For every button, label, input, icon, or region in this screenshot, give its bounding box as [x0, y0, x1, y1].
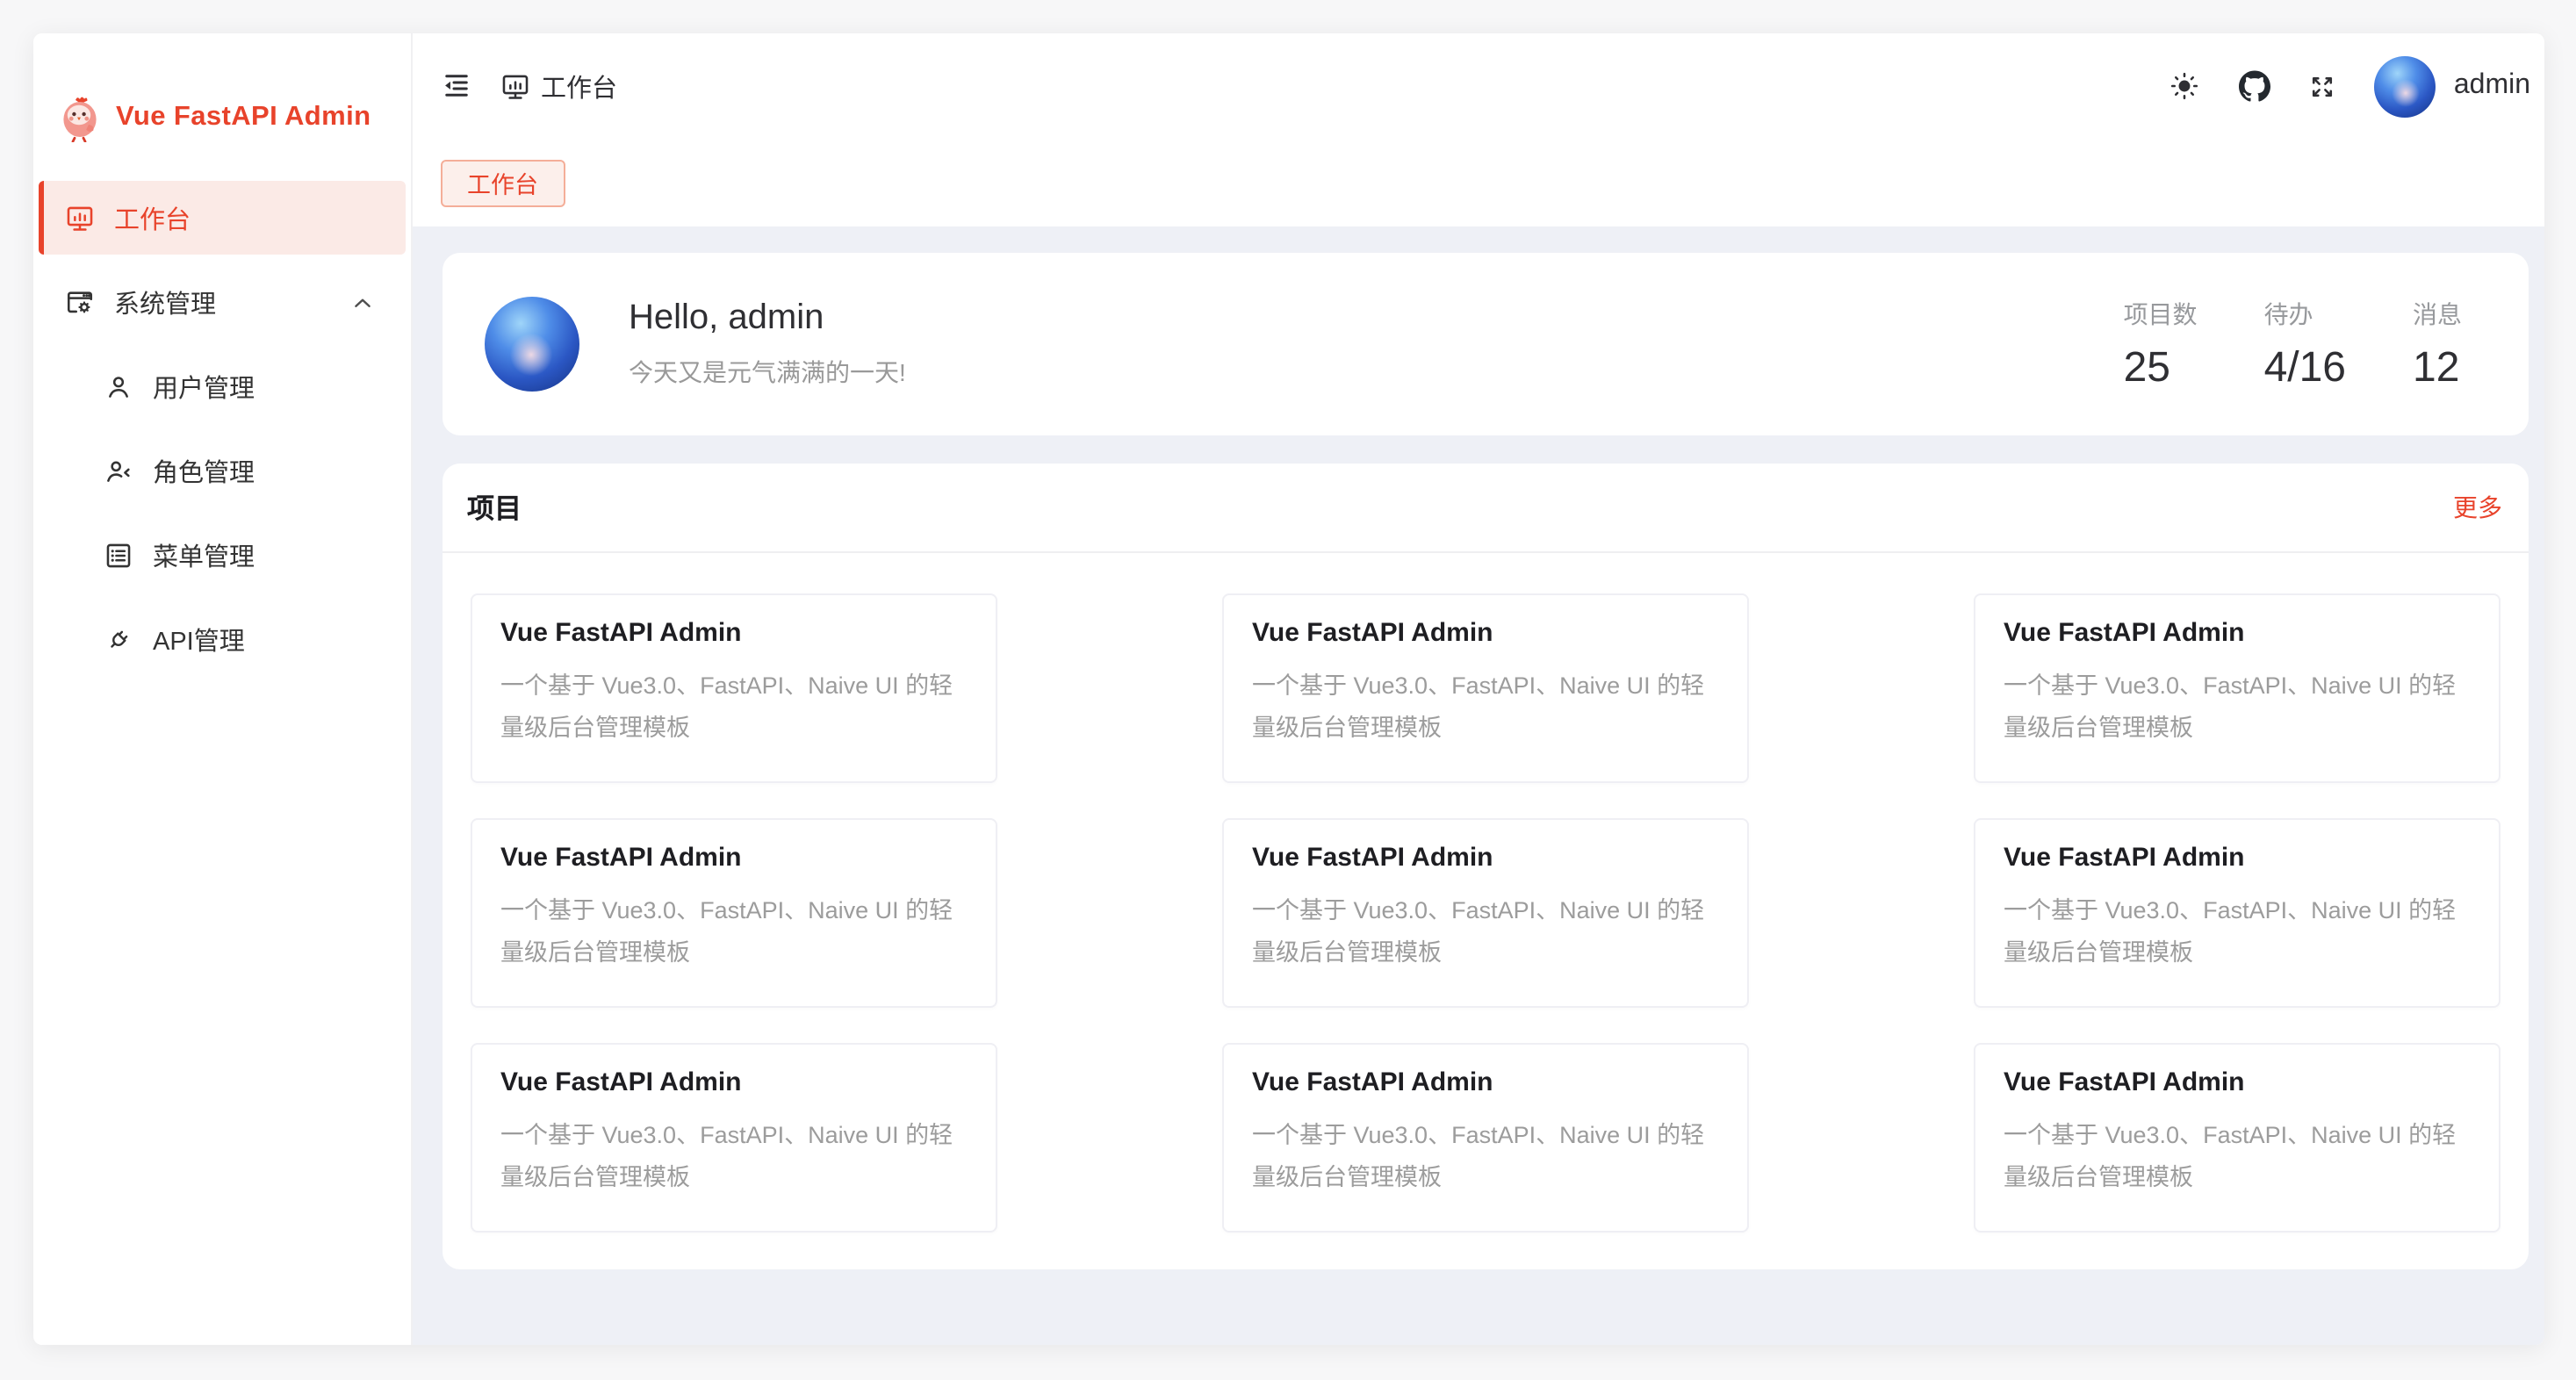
- avatar-large: [485, 297, 579, 392]
- stat-value: 4/16: [2264, 343, 2346, 392]
- project-card-title: Vue FastAPI Admin: [2004, 843, 2471, 873]
- stat-label: 待办: [2264, 296, 2346, 331]
- stat-todos: 待办 4/16: [2264, 296, 2346, 392]
- project-card-desc: 一个基于 Vue3.0、FastAPI、Naive UI 的轻量级后台管理模板: [2004, 890, 2471, 974]
- user-icon: [104, 371, 133, 401]
- project-card[interactable]: Vue FastAPI Admin 一个基于 Vue3.0、FastAPI、Na…: [1974, 593, 2500, 783]
- fullscreen-icon[interactable]: [2310, 73, 2336, 99]
- project-card[interactable]: Vue FastAPI Admin 一个基于 Vue3.0、FastAPI、Na…: [471, 1043, 997, 1233]
- tag-workbench[interactable]: 工作台: [441, 159, 565, 206]
- sidebar-item-workbench[interactable]: 工作台: [39, 181, 406, 255]
- app-container: Vue FastAPI Admin 工作台: [33, 33, 2544, 1345]
- project-card[interactable]: Vue FastAPI Admin 一个基于 Vue3.0、FastAPI、Na…: [1974, 818, 2500, 1008]
- project-card-desc: 一个基于 Vue3.0、FastAPI、Naive UI 的轻量级后台管理模板: [2004, 1115, 2471, 1199]
- project-card-title: Vue FastAPI Admin: [500, 618, 968, 648]
- sidebar: Vue FastAPI Admin 工作台: [33, 33, 413, 1345]
- project-card-title: Vue FastAPI Admin: [500, 1067, 968, 1097]
- welcome-text: Hello, admin 今天又是元气满满的一天!: [629, 298, 906, 390]
- stat-label: 项目数: [2124, 296, 2198, 331]
- workbench-monitor-icon: [500, 71, 530, 101]
- project-card-title: Vue FastAPI Admin: [1252, 618, 1719, 648]
- content: Hello, admin 今天又是元气满满的一天! 项目数 25 待办 4/16: [413, 226, 2544, 1345]
- welcome-card: Hello, admin 今天又是元气满满的一天! 项目数 25 待办 4/16: [443, 253, 2529, 435]
- sidebar-item-menus[interactable]: 菜单管理: [39, 518, 406, 592]
- topbar: 工作台: [413, 33, 2544, 139]
- tags-bar: 工作台: [413, 139, 2544, 226]
- project-card-title: Vue FastAPI Admin: [2004, 1067, 2471, 1097]
- sidebar-item-label: 系统管理: [114, 284, 216, 320]
- sidebar-item-roles[interactable]: 角色管理: [39, 434, 406, 507]
- logo[interactable]: Vue FastAPI Admin: [33, 65, 411, 170]
- project-card-desc: 一个基于 Vue3.0、FastAPI、Naive UI 的轻量级后台管理模板: [500, 890, 968, 974]
- project-card[interactable]: Vue FastAPI Admin 一个基于 Vue3.0、FastAPI、Na…: [471, 593, 997, 783]
- chevron-up-icon: [351, 291, 374, 313]
- theme-toggle-button[interactable]: [2169, 70, 2201, 102]
- projects-header: 项目 更多: [443, 464, 2529, 551]
- more-link[interactable]: 更多: [2453, 490, 2502, 525]
- github-icon[interactable]: [2240, 70, 2271, 102]
- project-card-desc: 一个基于 Vue3.0、FastAPI、Naive UI 的轻量级后台管理模板: [1252, 1115, 1719, 1199]
- system-settings-icon: [65, 287, 95, 317]
- stat-label: 消息: [2413, 296, 2462, 331]
- stat-value: 12: [2413, 343, 2462, 392]
- avatar[interactable]: [2375, 55, 2436, 117]
- projects-panel: 项目 更多 Vue FastAPI Admin 一个基于 Vue3.0、Fast…: [443, 464, 2529, 1269]
- breadcrumb[interactable]: 工作台: [500, 68, 617, 104]
- collapse-sidebar-button[interactable]: [441, 70, 472, 102]
- project-card-desc: 一个基于 Vue3.0、FastAPI、Naive UI 的轻量级后台管理模板: [2004, 665, 2471, 750]
- chick-logo-icon: [60, 94, 100, 141]
- stat-projects: 项目数 25: [2124, 296, 2198, 392]
- greeting: Hello, admin: [629, 298, 906, 339]
- sidebar-item-label: 工作台: [114, 199, 191, 236]
- project-card[interactable]: Vue FastAPI Admin 一个基于 Vue3.0、FastAPI、Na…: [471, 818, 997, 1008]
- project-card[interactable]: Vue FastAPI Admin 一个基于 Vue3.0、FastAPI、Na…: [1222, 1043, 1749, 1233]
- role-icon: [104, 456, 133, 485]
- workbench-monitor-icon: [65, 203, 95, 233]
- welcome-message: 今天又是元气满满的一天!: [629, 355, 906, 390]
- sidebar-item-label: 角色管理: [153, 452, 255, 489]
- sidebar-item-label: 用户管理: [153, 368, 255, 405]
- api-plug-icon: [104, 624, 133, 654]
- stats: 项目数 25 待办 4/16 消息 12: [2124, 296, 2462, 392]
- topbar-actions: admin: [2169, 55, 2530, 117]
- project-card-desc: 一个基于 Vue3.0、FastAPI、Naive UI 的轻量级后台管理模板: [500, 665, 968, 750]
- project-card-title: Vue FastAPI Admin: [2004, 618, 2471, 648]
- project-card[interactable]: Vue FastAPI Admin 一个基于 Vue3.0、FastAPI、Na…: [1222, 818, 1749, 1008]
- project-card-desc: 一个基于 Vue3.0、FastAPI、Naive UI 的轻量级后台管理模板: [500, 1115, 968, 1199]
- breadcrumb-label: 工作台: [541, 68, 617, 104]
- menu-list-icon: [104, 540, 133, 570]
- sidebar-item-label: 菜单管理: [153, 536, 255, 573]
- sidebar-nav: 工作台 系统管理: [33, 181, 411, 676]
- project-card-desc: 一个基于 Vue3.0、FastAPI、Naive UI 的轻量级后台管理模板: [1252, 665, 1719, 750]
- project-card-title: Vue FastAPI Admin: [1252, 843, 1719, 873]
- project-card[interactable]: Vue FastAPI Admin 一个基于 Vue3.0、FastAPI、Na…: [1974, 1043, 2500, 1233]
- stat-value: 25: [2124, 343, 2198, 392]
- page: Vue FastAPI Admin 工作台: [0, 0, 2576, 1380]
- project-grid: Vue FastAPI Admin 一个基于 Vue3.0、FastAPI、Na…: [443, 553, 2529, 1269]
- sidebar-item-api[interactable]: API管理: [39, 602, 406, 676]
- project-card-title: Vue FastAPI Admin: [500, 843, 968, 873]
- stat-messages: 消息 12: [2413, 296, 2462, 392]
- project-card-title: Vue FastAPI Admin: [1252, 1067, 1719, 1097]
- sidebar-item-system[interactable]: 系统管理: [39, 265, 406, 339]
- panel-title: 项目: [467, 488, 522, 527]
- main-area: 工作台: [413, 33, 2544, 1345]
- sidebar-item-label: API管理: [153, 621, 245, 658]
- username[interactable]: admin: [2454, 70, 2530, 102]
- project-card-desc: 一个基于 Vue3.0、FastAPI、Naive UI 的轻量级后台管理模板: [1252, 890, 1719, 974]
- project-card[interactable]: Vue FastAPI Admin 一个基于 Vue3.0、FastAPI、Na…: [1222, 593, 1749, 783]
- logo-text: Vue FastAPI Admin: [116, 102, 371, 133]
- sidebar-item-users[interactable]: 用户管理: [39, 349, 406, 423]
